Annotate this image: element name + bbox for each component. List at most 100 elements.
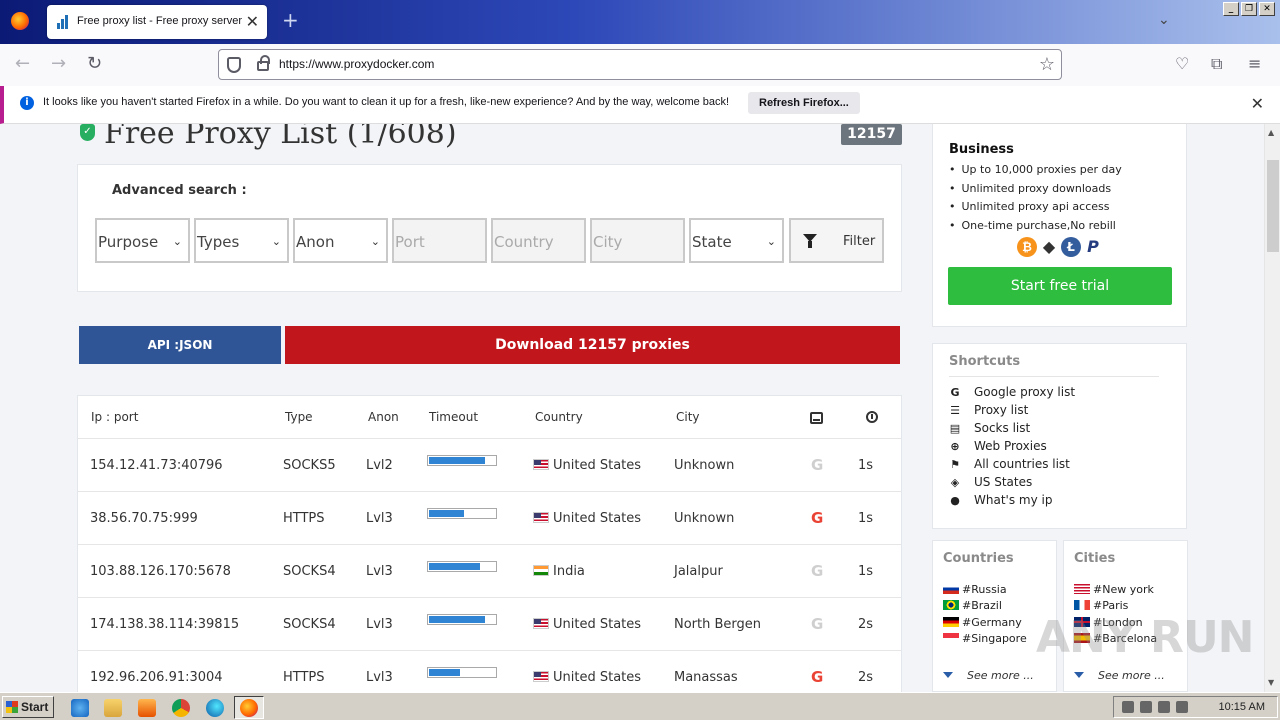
download-proxies-button[interactable]: Download 12157 proxies — [285, 326, 900, 364]
notification-close-icon[interactable]: ✕ — [1251, 94, 1264, 113]
page-scrollbar[interactable]: ▲ ▼ — [1264, 124, 1280, 692]
volume-icon[interactable] — [1140, 701, 1152, 713]
api-json-button[interactable]: API :JSON — [79, 326, 281, 364]
list-tabs-chevron-icon[interactable]: ⌄ — [1158, 12, 1170, 28]
port-input[interactable]: Port — [392, 218, 487, 263]
forward-arrow-icon[interactable]: → — [51, 54, 66, 74]
purpose-select-value: Purpose — [98, 233, 159, 251]
countries-title: Countries — [943, 551, 1014, 566]
google-check-icon: G — [811, 668, 824, 686]
tracking-shield-icon[interactable] — [227, 57, 241, 73]
back-arrow-icon[interactable]: ← — [15, 54, 30, 74]
timeout-fill — [428, 456, 486, 465]
anon-select[interactable]: Anon ⌄ — [293, 218, 388, 263]
notification-bar: i It looks like you haven't started Fire… — [0, 86, 1280, 124]
cities-see-more-link[interactable]: See more ... — [1074, 669, 1165, 682]
start-free-trial-button[interactable]: Start free trial — [948, 267, 1172, 305]
city-link[interactable]: #New york — [1074, 583, 1154, 596]
table-row[interactable]: 103.88.126.170:5678 SOCKS4 Lvl3 India Jalalp… — [78, 544, 901, 597]
payment-methods: ₿ ◆ Ł P — [1017, 237, 1103, 257]
country-link[interactable]: #Brazil — [943, 599, 1002, 612]
shortcut-proxy-list[interactable]: ☰ Proxy list — [949, 403, 1028, 417]
chrome-icon[interactable] — [172, 699, 190, 717]
country-input[interactable]: Country — [491, 218, 586, 263]
header-country: Country — [535, 410, 583, 424]
start-button[interactable]: Start — [2, 696, 54, 718]
scroll-up-arrow-icon[interactable]: ▲ — [1268, 128, 1274, 137]
cell-country: United States — [533, 511, 641, 526]
state-select[interactable]: State ⌄ — [689, 218, 784, 263]
minimize-button[interactable]: _ — [1223, 2, 1239, 16]
filter-button-label: Filter — [843, 234, 876, 249]
city-link-label: #Paris — [1093, 599, 1129, 612]
lock-icon[interactable] — [257, 55, 270, 71]
proxy-table: Ip : port Type Anon Timeout Country City… — [77, 395, 902, 692]
shortcut-web-proxies[interactable]: ⊕ Web Proxies — [949, 439, 1046, 453]
scroll-down-arrow-icon[interactable]: ▼ — [1268, 678, 1274, 687]
pocket-icon[interactable]: ♡ — [1175, 54, 1189, 73]
shortcuts-title: Shortcuts — [949, 354, 1021, 369]
table-row[interactable]: 174.138.38.114:39815 SOCKS4 Lvl3 United Sta… — [78, 597, 901, 650]
in-flag-icon — [533, 565, 549, 576]
types-select[interactable]: Types ⌄ — [194, 218, 289, 263]
shortcut-socks-list[interactable]: ▤ Socks list — [949, 421, 1030, 435]
taskbar-firefox-button[interactable] — [234, 696, 264, 719]
display-icon[interactable] — [1158, 701, 1170, 713]
network-icon[interactable] — [1122, 701, 1134, 713]
tab-proxydocker[interactable]: Free proxy list - Free proxy server ✕ — [47, 5, 267, 39]
new-tab-icon[interactable]: + — [282, 10, 299, 30]
edge-icon[interactable] — [206, 699, 224, 717]
restore-button[interactable]: ❐ — [1241, 2, 1257, 16]
cell-anon: Lvl3 — [366, 617, 393, 632]
menu-hamburger-icon[interactable]: ≡ — [1248, 54, 1261, 73]
cell-type: SOCKS5 — [283, 458, 336, 473]
table-row[interactable]: 154.12.41.73:40796 SOCKS5 Lvl2 United State… — [78, 438, 901, 491]
cell-anon: Lvl3 — [366, 511, 393, 526]
anyrun-watermark: ANY RUN — [1036, 612, 1254, 663]
verified-shield-icon: ✓ — [80, 124, 95, 141]
bookmark-star-icon[interactable]: ☆ — [1039, 54, 1055, 75]
countries-see-more-link[interactable]: See more ... — [943, 669, 1034, 682]
city-input-placeholder: City — [593, 233, 623, 251]
city-input[interactable]: City — [590, 218, 685, 263]
port-input-placeholder: Port — [395, 233, 425, 251]
extensions-icon[interactable]: ⧉ — [1211, 54, 1222, 74]
internet-explorer-icon[interactable] — [71, 699, 89, 717]
country-link[interactable]: #Singapore — [943, 632, 1027, 645]
shortcut-whats-my-ip[interactable]: ● What's my ip — [949, 493, 1052, 507]
firefox-logo-icon[interactable] — [11, 12, 29, 30]
chevron-down-icon: ⌄ — [271, 235, 281, 248]
russia-flag-icon — [943, 584, 959, 594]
table-row[interactable]: 192.96.206.91:3004 HTTPS Lvl3 United States… — [78, 650, 901, 692]
reload-icon[interactable]: ↻ — [87, 54, 102, 74]
shortcut-google-proxy-list[interactable]: G Google proxy list — [949, 385, 1075, 399]
country-link[interactable]: #Russia — [943, 583, 1007, 596]
tab-close-icon[interactable]: ✕ — [246, 12, 259, 31]
cell-country-name: United States — [553, 670, 642, 685]
cell-response-time: 1s — [858, 511, 874, 526]
shortcut-us-states[interactable]: ◈ US States — [949, 475, 1032, 489]
paypal-icon: P — [1083, 237, 1103, 257]
city-link[interactable]: #Paris — [1074, 599, 1128, 612]
us-flag-icon — [533, 618, 549, 629]
media-player-icon[interactable] — [138, 699, 156, 717]
close-window-button[interactable]: ✕ — [1259, 2, 1275, 16]
shortcut-label: Google proxy list — [974, 385, 1076, 399]
info-icon: i — [20, 96, 34, 110]
security-icon[interactable] — [1176, 701, 1188, 713]
filter-button[interactable]: Filter — [789, 218, 884, 263]
business-feature-list: Up to 10,000 proxies per day Unlimited p… — [949, 163, 1122, 237]
cell-anon: Lvl3 — [366, 564, 393, 579]
url-bar[interactable]: https://www.proxydocker.com ☆ — [218, 49, 1062, 80]
shortcuts-card: Shortcuts G Google proxy list ☰ Proxy list… — [932, 343, 1187, 529]
url-text[interactable]: https://www.proxydocker.com — [279, 57, 434, 71]
file-explorer-icon[interactable] — [104, 699, 122, 717]
filter-funnel-icon — [803, 234, 817, 248]
google-check-icon: G — [811, 562, 824, 580]
shortcut-all-countries[interactable]: ⚑ All countries list — [949, 457, 1070, 471]
table-row[interactable]: 38.56.70.75:999 HTTPS Lvl3 United States Unk… — [78, 491, 901, 544]
scroll-thumb[interactable] — [1267, 160, 1279, 252]
refresh-firefox-button[interactable]: Refresh Firefox... — [748, 92, 860, 114]
country-link[interactable]: #Germany — [943, 616, 1022, 629]
purpose-select[interactable]: Purpose ⌄ — [95, 218, 190, 263]
